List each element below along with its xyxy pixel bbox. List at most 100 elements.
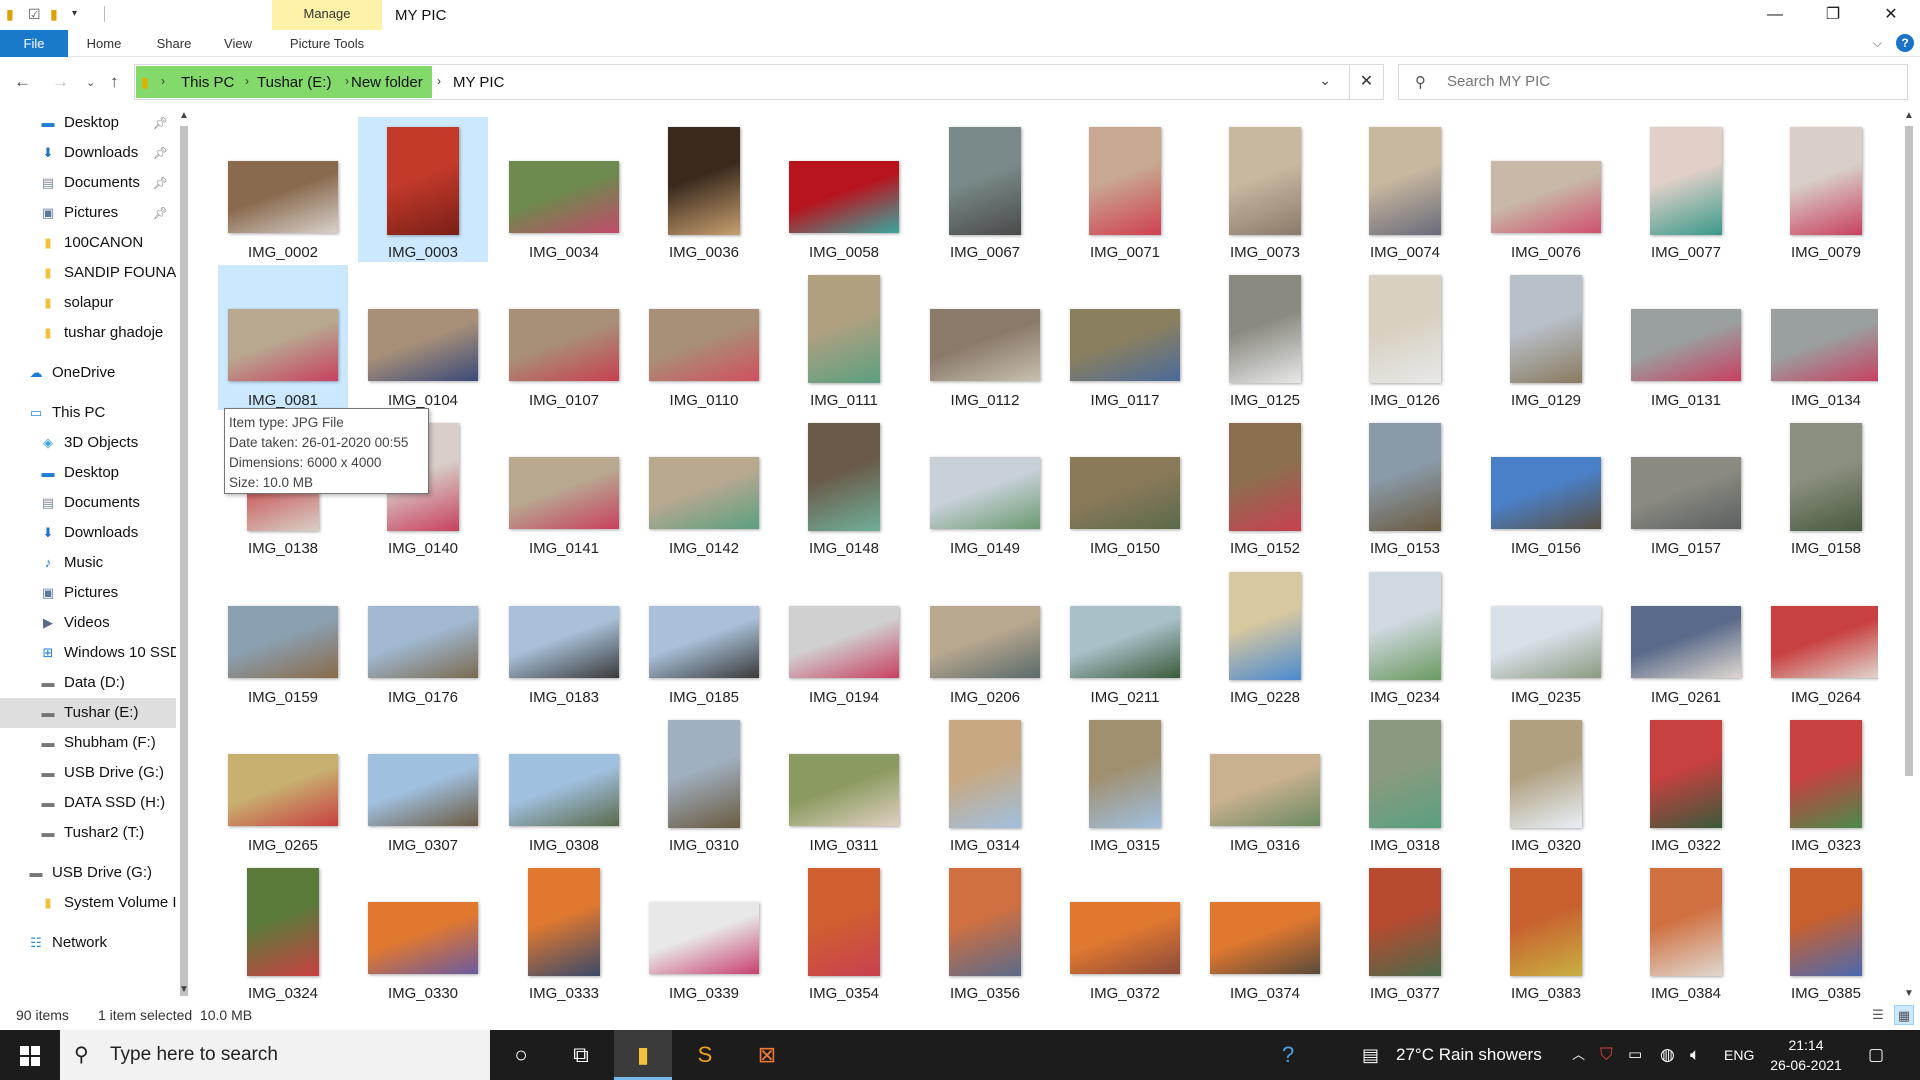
- weather-text[interactable]: 27°C Rain showers: [1396, 1030, 1542, 1080]
- file-item[interactable]: IMG_0265: [218, 710, 348, 855]
- search-box[interactable]: ⚲: [1398, 64, 1908, 100]
- file-item[interactable]: IMG_0117: [1060, 265, 1190, 410]
- search-input[interactable]: [1447, 73, 1887, 90]
- file-grid-scrollbar[interactable]: ▲ ▼: [1900, 108, 1918, 1003]
- clear-address-icon[interactable]: ✕: [1349, 65, 1383, 99]
- file-item[interactable]: IMG_0324: [218, 858, 348, 1002]
- scroll-up-icon[interactable]: ▲: [1904, 110, 1914, 121]
- file-item[interactable]: IMG_0141: [499, 413, 629, 558]
- tab-home[interactable]: Home: [72, 30, 136, 57]
- file-item[interactable]: IMG_0323: [1761, 710, 1878, 855]
- file-item[interactable]: IMG_0071: [1060, 117, 1190, 262]
- nav-item-windows-10-ssd[interactable]: ⊞ Windows 10 SSD: [0, 638, 176, 668]
- file-item[interactable]: IMG_0036: [639, 117, 769, 262]
- file-item[interactable]: IMG_0159: [218, 562, 348, 707]
- properties-icon[interactable]: ☑: [28, 6, 44, 22]
- file-item[interactable]: IMG_0077: [1621, 117, 1751, 262]
- notifications-icon[interactable]: ▢: [1868, 1030, 1884, 1080]
- expand-ribbon-icon[interactable]: ⌵: [1873, 36, 1882, 51]
- file-item[interactable]: IMG_0158: [1761, 413, 1878, 558]
- file-item[interactable]: IMG_0311: [779, 710, 909, 855]
- new-folder-icon[interactable]: ▮: [50, 6, 66, 22]
- file-item[interactable]: IMG_0176: [358, 562, 488, 707]
- breadcrumb-separator-icon[interactable]: ›: [437, 74, 441, 88]
- up-arrow-icon[interactable]: ↑: [110, 72, 119, 92]
- breadcrumb-separator-icon[interactable]: ›: [161, 74, 165, 88]
- sublime-text-icon[interactable]: S: [676, 1030, 734, 1080]
- scrollbar-thumb[interactable]: [180, 126, 188, 996]
- file-item[interactable]: IMG_0111: [779, 265, 909, 410]
- details-view-icon[interactable]: ☰: [1868, 1005, 1888, 1025]
- file-item[interactable]: IMG_0374: [1200, 858, 1330, 1002]
- taskbar-search[interactable]: ⚲ Type here to search: [60, 1030, 490, 1080]
- battery-icon[interactable]: ▭: [1628, 1030, 1642, 1080]
- nav-item-desktop[interactable]: ▬ Desktop: [0, 458, 176, 488]
- nav-item-tushar-ghadoje[interactable]: ▮ tushar ghadoje: [0, 318, 176, 348]
- file-item[interactable]: IMG_0264: [1761, 562, 1878, 707]
- tab-file[interactable]: File: [0, 30, 68, 57]
- file-item[interactable]: IMG_0150: [1060, 413, 1190, 558]
- file-item[interactable]: IMG_0074: [1340, 117, 1470, 262]
- file-item[interactable]: IMG_0149: [920, 413, 1050, 558]
- file-item[interactable]: IMG_0125: [1200, 265, 1330, 410]
- file-item[interactable]: IMG_0126: [1340, 265, 1470, 410]
- breadcrumb-my-pic[interactable]: MY PIC: [453, 74, 504, 91]
- tab-view[interactable]: View: [208, 30, 268, 57]
- nav-item-system-volume-i[interactable]: ▮ System Volume I: [0, 888, 176, 918]
- tab-share[interactable]: Share: [142, 30, 206, 57]
- large-icons-view-icon[interactable]: ▦: [1894, 1005, 1914, 1025]
- file-item[interactable]: IMG_0003: [358, 117, 488, 262]
- breadcrumb-separator-icon[interactable]: ›: [345, 74, 349, 88]
- navigation-pane-scrollbar[interactable]: ▲ ▼: [176, 108, 192, 998]
- file-item[interactable]: IMG_0152: [1200, 413, 1330, 558]
- start-button[interactable]: [0, 1030, 60, 1080]
- antivirus-icon[interactable]: ⛉: [1600, 1030, 1613, 1080]
- file-item[interactable]: IMG_0157: [1621, 413, 1751, 558]
- nav-item-downloads[interactable]: ⬇ Downloads: [0, 518, 176, 548]
- file-item[interactable]: IMG_0076: [1481, 117, 1611, 262]
- nav-item-usb-drive-g[interactable]: ▬ USB Drive (G:): [0, 858, 176, 888]
- customize-toolbar-icon[interactable]: ▾: [72, 6, 88, 22]
- clock[interactable]: 21:14 26-06-2021: [1758, 1035, 1854, 1075]
- file-explorer-icon[interactable]: ▮: [614, 1030, 672, 1080]
- recent-locations-chevron-icon[interactable]: ⌄: [86, 76, 95, 89]
- file-item[interactable]: IMG_0112: [920, 265, 1050, 410]
- file-item[interactable]: IMG_0307: [358, 710, 488, 855]
- file-item[interactable]: IMG_0194: [779, 562, 909, 707]
- restore-button[interactable]: ❐: [1804, 0, 1862, 30]
- file-item[interactable]: IMG_0067: [920, 117, 1050, 262]
- file-item[interactable]: IMG_0131: [1621, 265, 1751, 410]
- file-item[interactable]: IMG_0134: [1761, 265, 1878, 410]
- forward-arrow-icon[interactable]: →: [52, 72, 69, 92]
- close-button[interactable]: ✕: [1862, 0, 1920, 30]
- nav-item-tushar-e[interactable]: ▬ Tushar (E:): [0, 698, 176, 728]
- network-icon[interactable]: ◍: [1660, 1030, 1675, 1080]
- file-item[interactable]: IMG_0081: [218, 265, 348, 410]
- cortana-icon[interactable]: ○: [492, 1030, 550, 1080]
- scroll-down-icon[interactable]: ▼: [1904, 988, 1914, 999]
- file-item[interactable]: IMG_0330: [358, 858, 488, 1002]
- file-item[interactable]: IMG_0384: [1621, 858, 1751, 1002]
- file-item[interactable]: IMG_0110: [639, 265, 769, 410]
- file-item[interactable]: IMG_0320: [1481, 710, 1611, 855]
- file-item[interactable]: IMG_0354: [779, 858, 909, 1002]
- scroll-up-icon[interactable]: ▲: [179, 110, 189, 121]
- file-item[interactable]: IMG_0104: [358, 265, 488, 410]
- file-item[interactable]: IMG_0156: [1481, 413, 1611, 558]
- file-item[interactable]: IMG_0385: [1761, 858, 1878, 1002]
- address-bar[interactable]: ▮ › This PC › Tushar (E:) › New folder ›…: [134, 64, 1384, 100]
- nav-item-videos[interactable]: ▶ Videos: [0, 608, 176, 638]
- show-hidden-icons-icon[interactable]: ︿: [1572, 1030, 1585, 1080]
- file-item[interactable]: IMG_0185: [639, 562, 769, 707]
- file-item[interactable]: IMG_0211: [1060, 562, 1190, 707]
- file-item[interactable]: IMG_0318: [1340, 710, 1470, 855]
- nav-item-shubham-f[interactable]: ▬ Shubham (F:): [0, 728, 176, 758]
- nav-item-desktop[interactable]: ▬ Desktop 📌︎: [0, 108, 176, 138]
- file-item[interactable]: IMG_0372: [1060, 858, 1190, 1002]
- file-item[interactable]: IMG_0261: [1621, 562, 1751, 707]
- task-view-icon[interactable]: ⧉: [552, 1030, 610, 1080]
- tab-picture-tools[interactable]: Picture Tools: [272, 30, 382, 57]
- scroll-down-icon[interactable]: ▼: [179, 984, 189, 995]
- file-item[interactable]: IMG_0377: [1340, 858, 1470, 1002]
- nav-item-onedrive[interactable]: ☁ OneDrive: [0, 358, 176, 388]
